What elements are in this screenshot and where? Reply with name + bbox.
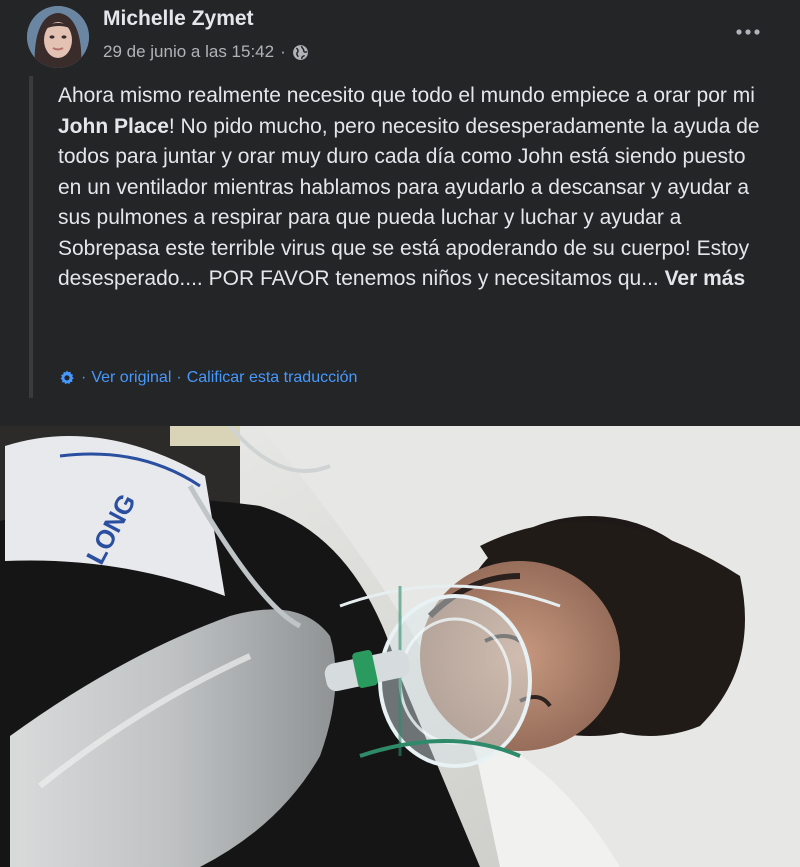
translation-separator-2: · bbox=[176, 369, 182, 386]
post-photo[interactable]: LONG bbox=[0, 426, 800, 867]
author-avatar[interactable] bbox=[27, 6, 89, 68]
post-body-text-1: Ahora mismo realmente necesito que todo … bbox=[58, 84, 755, 107]
facebook-post: Michelle Zymet 29 de junio a las 15:42 ·… bbox=[0, 0, 800, 867]
post-body: Ahora mismo realmente necesito que todo … bbox=[58, 81, 768, 295]
translation-bar: · Ver original · Calificar esta traducci… bbox=[58, 369, 357, 387]
post-body-text-2: ! No pido mucho, pero necesito desespera… bbox=[58, 114, 760, 291]
view-original-link[interactable]: Ver original bbox=[91, 369, 171, 387]
post-header: Michelle Zymet 29 de junio a las 15:42 · bbox=[0, 0, 800, 76]
quote-bar bbox=[29, 76, 33, 398]
translation-separator-1: · bbox=[81, 369, 87, 386]
post-timestamp[interactable]: 29 de junio a las 15:42 bbox=[103, 42, 274, 62]
post-meta: 29 de junio a las 15:42 · bbox=[103, 42, 309, 62]
globe-icon[interactable] bbox=[292, 44, 309, 61]
author-name[interactable]: Michelle Zymet bbox=[103, 7, 254, 31]
more-options-icon[interactable] bbox=[726, 18, 770, 46]
settings-gear-icon bbox=[60, 370, 74, 385]
meta-separator: · bbox=[280, 42, 286, 61]
mention-link[interactable]: John Place bbox=[58, 115, 169, 138]
see-more-link[interactable]: Ver más bbox=[665, 267, 746, 290]
rate-translation-link[interactable]: Calificar esta traducción bbox=[187, 369, 358, 387]
